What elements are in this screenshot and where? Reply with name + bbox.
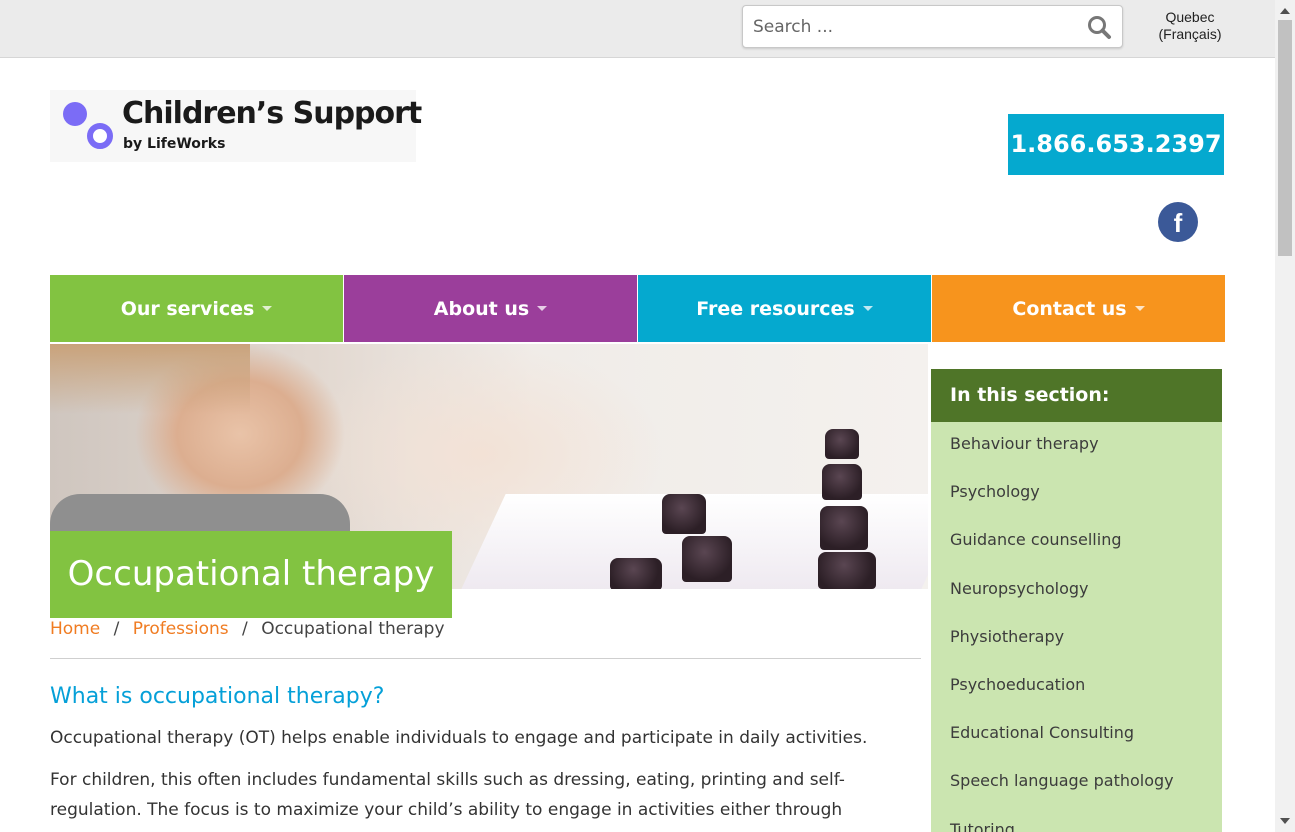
scroll-down-arrow-icon[interactable] <box>1280 818 1290 824</box>
nav-item-label: Our services <box>120 297 255 320</box>
sidebar-item-guidance-counselling[interactable]: Guidance counselling <box>931 518 1222 566</box>
nav-item-label: About us <box>433 297 530 320</box>
search-icon[interactable] <box>1086 14 1114 40</box>
content-paragraph: For children, this often includes fundam… <box>50 770 845 832</box>
caret-down-icon <box>537 306 548 311</box>
hero-photo-detail <box>682 536 732 582</box>
logo-byline: by LifeWorks <box>123 136 226 152</box>
top-utility-bar: Quebec (Français) <box>0 0 1275 58</box>
breadcrumb-separator: / <box>242 619 248 639</box>
hero-photo-detail <box>818 552 876 589</box>
logo-brand-name: Children’s Support <box>122 96 422 131</box>
main-content: What is occupational therapy? Occupation… <box>50 684 910 832</box>
hero-photo-detail <box>50 344 250 414</box>
sidebar-item-behaviour-therapy[interactable]: Behaviour therapy <box>931 422 1222 470</box>
nav-item-free-resources[interactable]: Free resources <box>638 275 932 342</box>
section-heading: What is occupational therapy? <box>50 684 385 709</box>
nav-item-contact-us[interactable]: Contact us <box>932 275 1225 342</box>
breadcrumb-link-professions[interactable]: Professions <box>133 619 229 639</box>
sidebar-item-psychoeducation[interactable]: Psychoeducation <box>931 663 1222 711</box>
hero-photo-detail <box>820 506 868 550</box>
nav-item-label: Free resources <box>696 297 855 320</box>
sidebar-item-physiotherapy[interactable]: Physiotherapy <box>931 615 1222 663</box>
caret-down-icon <box>1134 306 1145 311</box>
hero-photo-detail <box>610 558 662 589</box>
main-navigation: Our services About us Free resources Con… <box>50 275 1225 342</box>
sidebar-list: Behaviour therapy Psychology Guidance co… <box>931 422 1222 832</box>
sidebar-item-educational-consulting[interactable]: Educational Consulting <box>931 711 1222 759</box>
nav-item-label: Contact us <box>1012 297 1127 320</box>
page-scrollbar[interactable] <box>1275 0 1295 832</box>
nav-item-about-us[interactable]: About us <box>344 275 638 342</box>
content-paragraph: Occupational therapy (OT) helps enable i… <box>50 728 868 748</box>
breadcrumb: Home / Professions / Occupational therap… <box>50 619 445 639</box>
section-sidebar: In this section: Behaviour therapy Psych… <box>931 369 1222 832</box>
caret-down-icon <box>862 306 873 311</box>
scroll-up-arrow-icon[interactable] <box>1280 8 1290 14</box>
scroll-thumb[interactable] <box>1278 20 1292 256</box>
breadcrumb-link-home[interactable]: Home <box>50 619 100 639</box>
search-box[interactable] <box>742 5 1123 48</box>
language-switch-link[interactable]: Quebec (Français) <box>1150 9 1230 43</box>
logo-ring-icon <box>87 123 113 149</box>
site-logo[interactable]: Children’s Support by LifeWorks <box>50 90 422 162</box>
sidebar-item-psychology[interactable]: Psychology <box>931 470 1222 518</box>
content-divider <box>50 658 921 659</box>
breadcrumb-separator: / <box>113 619 120 639</box>
language-name: (Français) <box>1158 26 1222 42</box>
hero-photo-detail <box>662 494 706 534</box>
caret-down-icon <box>262 306 273 311</box>
sidebar-title: In this section: <box>931 369 1222 422</box>
nav-item-our-services[interactable]: Our services <box>50 275 344 342</box>
hero-photo-detail <box>822 464 862 500</box>
language-region: Quebec <box>1165 9 1215 25</box>
facebook-icon[interactable]: f <box>1158 202 1198 242</box>
hero-photo-detail <box>825 429 859 459</box>
sidebar-item-tutoring[interactable]: Tutoring <box>931 808 1222 832</box>
logo-dot-icon <box>63 102 87 126</box>
phone-number-button[interactable]: 1.866.653.2397 <box>1008 114 1224 175</box>
breadcrumb-current: Occupational therapy <box>261 619 445 639</box>
sidebar-item-speech-language-pathology[interactable]: Speech language pathology <box>931 759 1222 807</box>
search-input[interactable] <box>753 12 1073 42</box>
sidebar-item-neuropsychology[interactable]: Neuropsychology <box>931 567 1222 615</box>
page-title: Occupational therapy <box>50 531 452 618</box>
